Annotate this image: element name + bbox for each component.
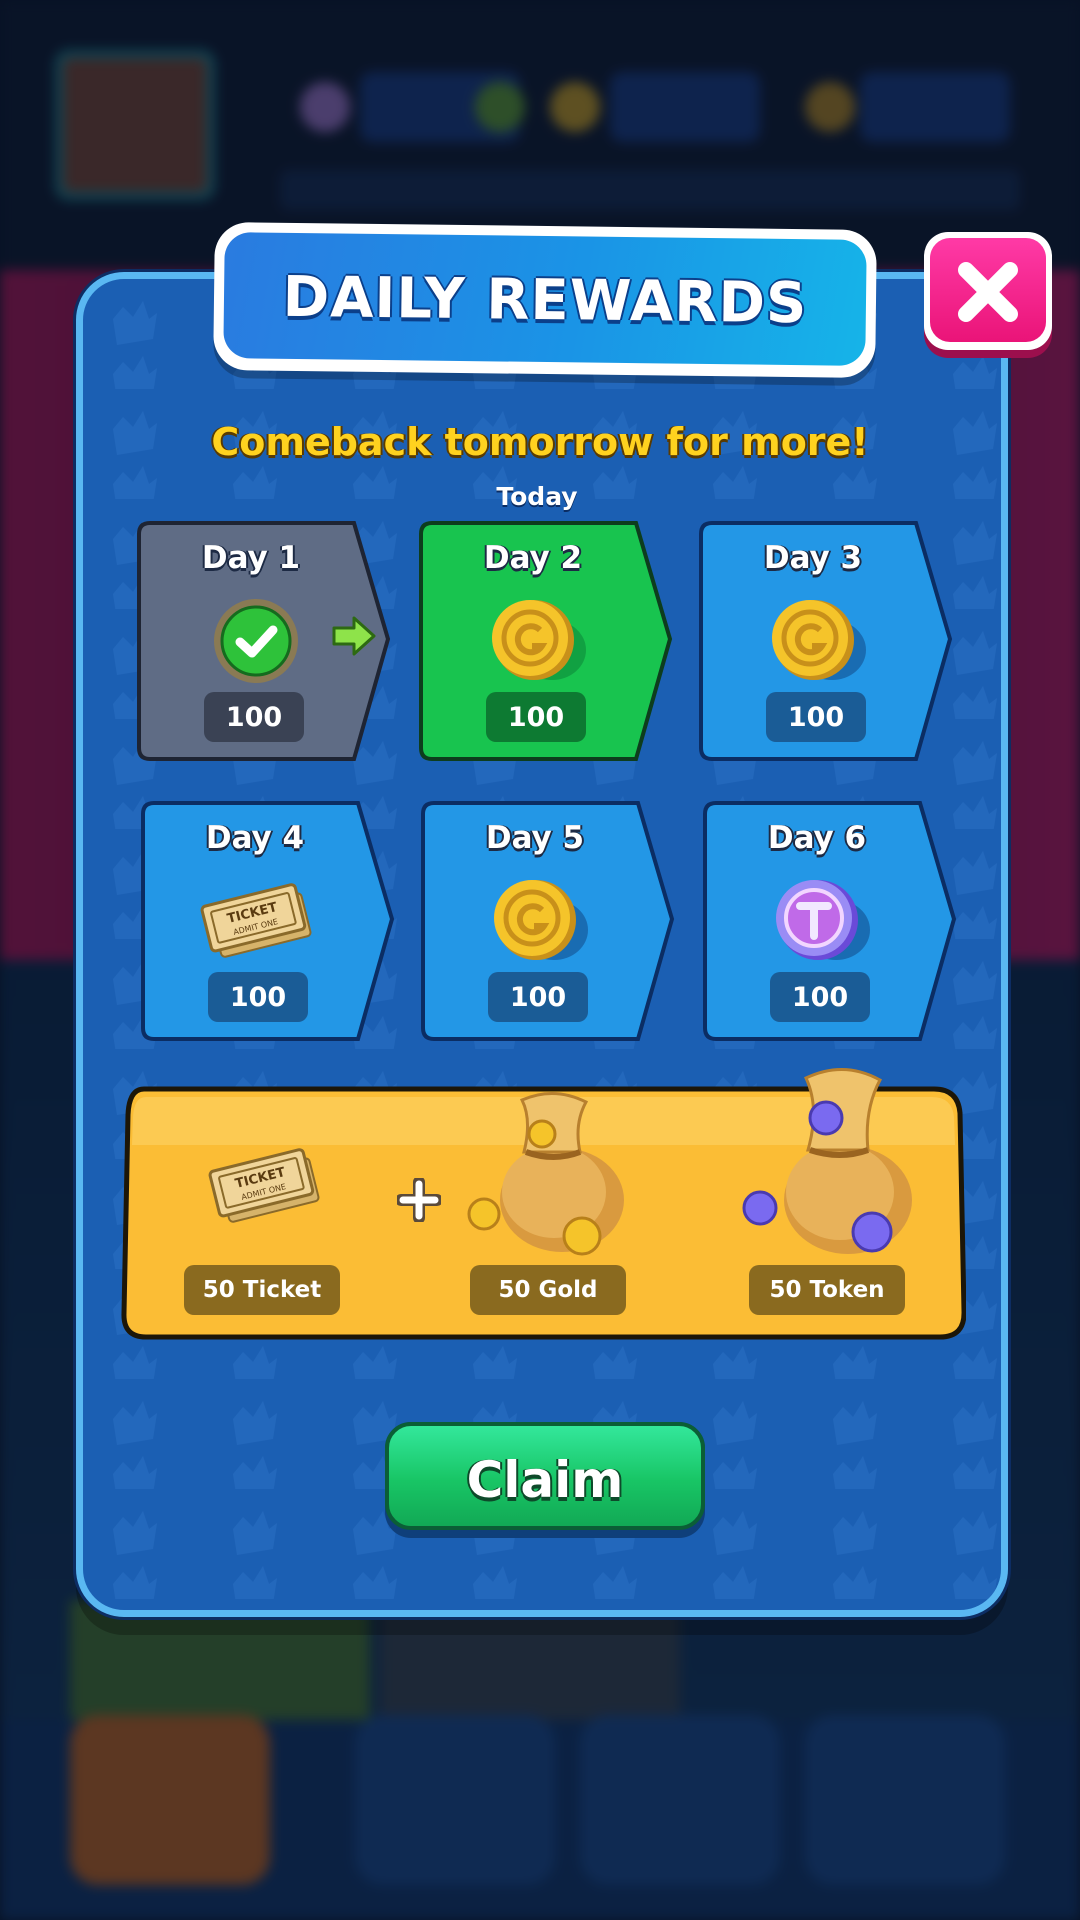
day-title: Day 1 bbox=[201, 540, 301, 576]
claim-label: Claim bbox=[466, 1451, 624, 1509]
bonus-label-token: 50 Token bbox=[749, 1265, 905, 1315]
day-amount: 100 bbox=[766, 692, 866, 742]
close-icon bbox=[958, 262, 1018, 322]
bonus-label-ticket: 50 Ticket bbox=[184, 1265, 340, 1315]
day-card-2[interactable]: Day 2 100 bbox=[418, 520, 680, 762]
modal-title: DAILY REWARDS bbox=[282, 264, 808, 336]
day-card-6[interactable]: Day 6 100 bbox=[702, 800, 964, 1042]
day-card-4[interactable]: Day 4 TICKET ADMIT ONE 100 bbox=[140, 800, 402, 1042]
day-amount: 100 bbox=[204, 692, 304, 742]
close-button[interactable] bbox=[924, 232, 1052, 350]
token-bag-icon bbox=[742, 1068, 912, 1254]
subtitle: Comeback tomorrow for more! bbox=[211, 420, 869, 464]
title-banner: DAILY REWARDS bbox=[213, 221, 877, 379]
day-amount: 100 bbox=[770, 972, 870, 1022]
day-title: Day 6 bbox=[767, 820, 867, 856]
ticket-icon: TICKET ADMIT ONE bbox=[208, 1148, 320, 1223]
day-title: Day 4 bbox=[205, 820, 305, 856]
day-card-3[interactable]: Day 3 100 bbox=[698, 520, 960, 762]
day-card-5[interactable]: Day 5 100 bbox=[420, 800, 682, 1042]
gold-coin-icon bbox=[492, 600, 586, 680]
day-amount: 100 bbox=[486, 692, 586, 742]
day-title: Day 2 bbox=[483, 540, 583, 576]
day-amount: 100 bbox=[208, 972, 308, 1022]
day-amount: 100 bbox=[488, 972, 588, 1022]
next-arrow-icon bbox=[332, 616, 376, 656]
gold-coin-icon bbox=[772, 600, 866, 680]
gold-coin-icon bbox=[494, 880, 588, 960]
bonus-label-gold: 50 Gold bbox=[470, 1265, 626, 1315]
day-title: Day 3 bbox=[763, 540, 863, 576]
checkmark-icon bbox=[214, 599, 298, 683]
day-title: Day 5 bbox=[485, 820, 585, 856]
claim-button[interactable]: Claim bbox=[385, 1422, 705, 1538]
close-button-fill bbox=[930, 238, 1046, 342]
token-coin-icon bbox=[776, 880, 870, 960]
plus-icon bbox=[397, 1178, 441, 1222]
ticket-icon: TICKET ADMIT ONE bbox=[200, 883, 312, 958]
today-label: Today bbox=[496, 482, 578, 511]
gold-bag-icon bbox=[467, 1091, 624, 1256]
